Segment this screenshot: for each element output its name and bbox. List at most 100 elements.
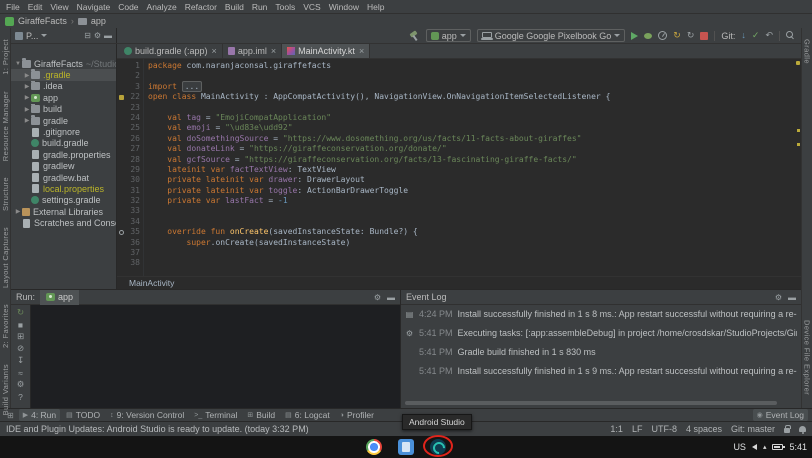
code-line[interactable]: 31 private lateinit var toggle: ActionBa…	[117, 186, 801, 196]
menu-item-help[interactable]: Help	[363, 2, 388, 12]
tree-item-local-properties[interactable]: local.properties	[11, 183, 116, 194]
code-line[interactable]: 1package com.naranjaconsal.giraffefacts	[117, 61, 801, 71]
apply-code-changes-button[interactable]: ↻	[687, 31, 695, 40]
code-line[interactable]: 33	[117, 206, 801, 216]
expand-arrow-icon[interactable]: ▶	[14, 208, 22, 215]
settings-icon[interactable]: ⚙	[94, 31, 101, 40]
menu-item-window[interactable]: Window	[325, 2, 363, 12]
caret-position[interactable]: 1:1	[610, 424, 623, 434]
tree-item-gradlew-bat[interactable]: gradlew.bat	[11, 172, 116, 183]
tree-item-giraffefacts[interactable]: ▼GiraffeFacts~/StudioProjects/GiraffeFac…	[11, 58, 116, 69]
code-line[interactable]: 25 val emoji = "\ud83e\udd92"	[117, 123, 801, 133]
chevron-up-icon[interactable]: ▴	[763, 443, 767, 451]
warning-stripe-mark[interactable]	[797, 143, 800, 146]
code-line[interactable]: 28 val gcfSource = "https://giraffeconse…	[117, 155, 801, 165]
tool-window-button-build[interactable]: ⊞Build	[243, 409, 279, 421]
code-line[interactable]: 26 val doSomethingSource = "https://www.…	[117, 134, 801, 144]
expand-arrow-icon[interactable]: ▶	[23, 94, 31, 101]
tool-window-button-9-version-control[interactable]: ↕9: Version Control	[106, 409, 188, 421]
code-line[interactable]: 3import ...	[117, 82, 801, 92]
editor-breadcrumb-item[interactable]: MainActivity	[129, 278, 174, 288]
line-separator[interactable]: LF	[632, 424, 643, 434]
editor[interactable]: 1package com.naranjaconsal.giraffefacts 2…	[117, 59, 801, 276]
stop-button[interactable]: ■	[14, 319, 28, 330]
soft-wrap-button[interactable]: ≈	[14, 367, 28, 378]
device-select[interactable]: Google Google Pixelbook Go	[477, 29, 626, 42]
git-rollback-button[interactable]: ↶	[765, 31, 773, 40]
tree-item-app[interactable]: ▶app	[11, 92, 116, 103]
expand-arrow-icon[interactable]: ▶	[23, 117, 31, 124]
tool-window-button-terminal[interactable]: >_Terminal	[190, 409, 241, 421]
collapse-all-icon[interactable]: ⊟	[84, 31, 91, 40]
settings-icon[interactable]: ⚙	[374, 293, 381, 302]
tool-window-button-6-logcat[interactable]: ▤6: Logcat	[281, 409, 334, 421]
status-message[interactable]: IDE and Plugin Updates: Android Studio i…	[6, 424, 601, 434]
tool-stripe-2-favorites[interactable]: 2: Favorites	[1, 297, 10, 357]
tool-stripe-build-variants[interactable]: Build Variants	[1, 357, 10, 424]
hide-panel-icon[interactable]: ▬	[788, 293, 796, 302]
close-icon[interactable]: ×	[271, 46, 276, 56]
editor-tab-app-iml[interactable]: app.iml×	[223, 44, 282, 58]
editor-tab-mainactivity-kt[interactable]: MainActivity.kt×	[282, 44, 370, 58]
expand-arrow-icon[interactable]: ▶	[23, 72, 31, 79]
menu-item-analyze[interactable]: Analyze	[143, 2, 181, 12]
expand-arrow-icon[interactable]: ▶	[23, 83, 31, 90]
hide-panel-icon[interactable]: ▬	[104, 31, 112, 40]
menu-item-navigate[interactable]: Navigate	[73, 2, 115, 12]
tree-item-gradle[interactable]: ▶.gradle	[11, 69, 116, 80]
tree-item-gradle-properties[interactable]: gradle.properties	[11, 149, 116, 160]
chevron-down-icon[interactable]	[41, 34, 47, 37]
menu-item-build[interactable]: Build	[221, 2, 248, 12]
rerun-button[interactable]: ↻	[14, 307, 28, 318]
horizontal-scrollbar[interactable]	[405, 401, 777, 405]
settings-button[interactable]: ⚙	[14, 379, 28, 390]
tree-item-idea[interactable]: ▶.idea	[11, 81, 116, 92]
breadcrumb-module[interactable]: app	[91, 16, 106, 26]
tool-window-button-todo[interactable]: ▤TODO	[62, 409, 104, 421]
event-log-body[interactable]: ▤4:24 PMInstall successfully finished in…	[401, 305, 801, 408]
settings-icon[interactable]: ⚙	[775, 293, 782, 302]
tool-stripe-device-file-explorer[interactable]: Device File Explorer	[803, 313, 812, 404]
tree-item-build[interactable]: ▶build	[11, 104, 116, 115]
code-line[interactable]: 38	[117, 258, 801, 268]
apply-changes-button[interactable]: ↻	[673, 31, 681, 40]
code-line[interactable]: 35 override fun onCreate(savedInstanceSt…	[117, 227, 801, 237]
volume-icon[interactable]	[752, 444, 757, 450]
editor-tab-build-gradle-app[interactable]: build.gradle (:app)×	[119, 44, 223, 58]
tree-item-gitignore[interactable]: .gitignore	[11, 126, 116, 137]
help-button[interactable]: ?	[14, 391, 28, 402]
close-icon[interactable]: ×	[359, 46, 364, 56]
tool-stripe-resource-manager[interactable]: Resource Manager	[1, 84, 10, 170]
tool-window-button-4-run[interactable]: ▶4: Run	[19, 409, 60, 421]
debug-button[interactable]	[644, 33, 652, 39]
tool-window-button-profiler[interactable]: ◑Profiler	[336, 409, 378, 421]
restore-layout-button[interactable]: ⊞	[14, 331, 28, 342]
project-panel-title[interactable]: P...	[26, 31, 38, 41]
tool-stripe-layout-captures[interactable]: Layout Captures	[1, 220, 10, 297]
android-studio-icon[interactable]	[430, 439, 446, 455]
git-commit-button[interactable]: ✓	[752, 31, 760, 40]
tree-item-gradle[interactable]: ▶gradle	[11, 115, 116, 126]
battery-icon[interactable]	[772, 444, 783, 450]
menu-item-run[interactable]: Run	[248, 2, 272, 12]
lock-icon[interactable]	[784, 428, 790, 433]
gutter-marker[interactable]	[117, 230, 126, 235]
tree-item-gradlew[interactable]: gradlew	[11, 161, 116, 172]
code-line[interactable]: 22open class MainActivity : AppCompatAct…	[117, 92, 801, 102]
code-line[interactable]: 27 val donateLink = "https://giraffecons…	[117, 144, 801, 154]
code-line[interactable]: 32 private var lastFact = -1	[117, 196, 801, 206]
expand-arrow-icon[interactable]: ▼	[14, 61, 22, 67]
keyboard-layout[interactable]: US	[733, 442, 746, 452]
menu-item-refactor[interactable]: Refactor	[181, 2, 221, 12]
menu-item-view[interactable]: View	[46, 2, 72, 12]
tree-item-scratches-and-consoles[interactable]: Scratches and Consoles	[11, 217, 116, 228]
run-button[interactable]	[631, 32, 638, 40]
indent-style[interactable]: 4 spaces	[686, 424, 722, 434]
run-tab-app[interactable]: app	[40, 290, 79, 305]
menu-item-tools[interactable]: Tools	[271, 2, 299, 12]
notifications-bell-icon[interactable]	[799, 426, 806, 432]
profile-button[interactable]	[658, 31, 667, 40]
build-hammer-icon[interactable]	[409, 30, 420, 41]
run-console[interactable]	[31, 305, 400, 408]
tree-item-settings-gradle[interactable]: settings.gradle	[11, 195, 116, 206]
